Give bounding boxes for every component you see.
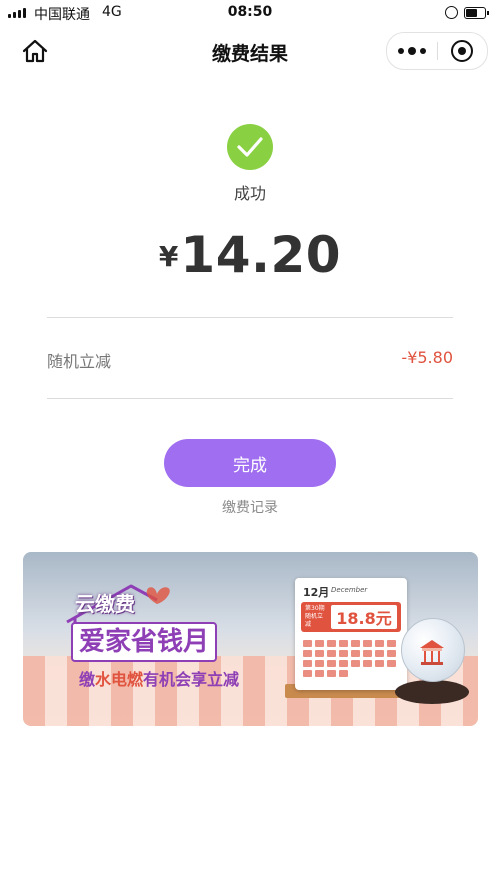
status-bar: 中国联通 4G 08:50 (0, 0, 500, 26)
rotation-lock-icon (445, 6, 458, 19)
calendar-promo: 第30期 随机立减 18.8元 (301, 602, 401, 632)
discount-value: -¥5.80 (401, 348, 453, 367)
promo-small-text: 第30期 随机立减 (305, 605, 325, 628)
amount-value: 14.20 (180, 226, 342, 284)
snow-globe-base (395, 680, 469, 704)
success-check-badge (227, 124, 273, 170)
payment-records-link[interactable]: 缴费记录 (0, 497, 500, 517)
status-text: 成功 (233, 184, 266, 203)
divider-bottom (47, 398, 453, 399)
banner-calendar: 12月 December 第30期 随机立减 18.8元 (295, 578, 407, 690)
more-button[interactable] (387, 33, 437, 69)
status-time: 08:50 (227, 4, 273, 20)
done-button[interactable]: 完成 (164, 439, 336, 487)
banner-slogan: 缴水电燃有机会享立减 (79, 670, 240, 689)
close-mini-program-button[interactable] (437, 33, 487, 69)
payment-amount: ¥14.20 (0, 226, 500, 284)
carousel-icon (420, 640, 444, 665)
promo-banner[interactable]: 云缴费 爱家省钱月 缴水电燃有机会享立减 12月 December 第30期 随… (23, 552, 478, 726)
mini-program-capsule (386, 32, 488, 70)
checkmark-icon (237, 137, 263, 157)
nav-bar: 缴费结果 (0, 26, 500, 76)
calendar-month-en: December (331, 586, 368, 594)
banner-campaign-title: 爱家省钱月 (71, 622, 218, 662)
divider-top (47, 317, 453, 318)
currency-symbol: ¥ (158, 240, 179, 273)
discount-label: 随机立减 (47, 352, 112, 371)
calendar-month: 12月 (303, 586, 330, 599)
battery-icon (464, 7, 489, 19)
calendar-grid (303, 640, 399, 677)
banner-brand: 云缴费 (75, 592, 135, 616)
promo-amount: 18.8元 (331, 605, 397, 629)
more-dots-icon (398, 48, 404, 54)
